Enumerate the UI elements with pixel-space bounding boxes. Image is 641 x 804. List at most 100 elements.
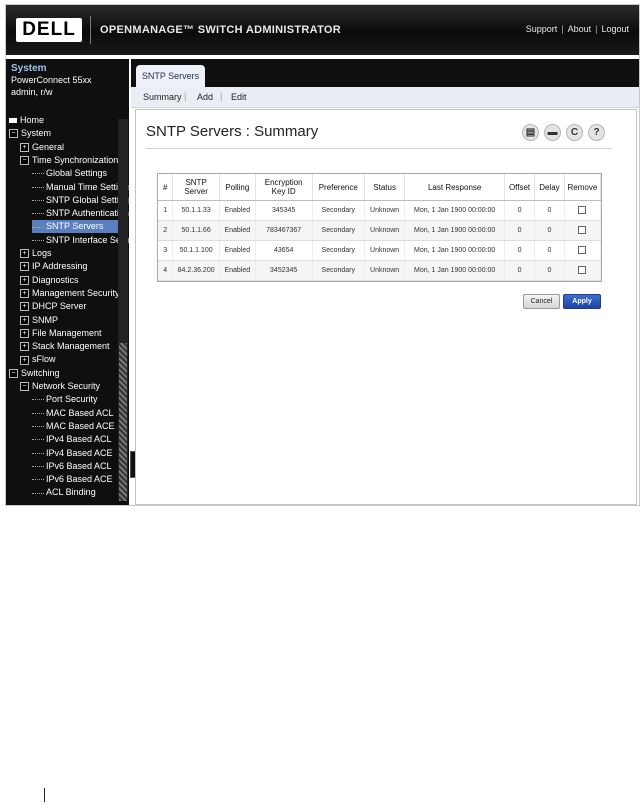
collapse-icon[interactable]: − xyxy=(9,368,18,378)
system-title: System xyxy=(11,63,47,74)
add-link[interactable]: Add xyxy=(197,92,213,102)
sidebar-item-mac-based-acl[interactable]: MAC Based ACL xyxy=(32,407,129,420)
remove-checkbox[interactable] xyxy=(578,205,587,214)
sidebar-item-stack-management[interactable]: + Stack Management xyxy=(20,340,129,353)
collapse-icon[interactable]: − xyxy=(20,382,29,392)
sidebar-item-label: IPv4 Based ACE xyxy=(46,447,113,458)
table-cell: Unknown xyxy=(364,200,406,221)
table-row[interactable]: 1 50.1.1.33 Enabled 345345 Secondary Unknown M… xyxy=(158,200,602,221)
support-link[interactable]: Support xyxy=(526,24,558,34)
expand-icon[interactable]: + xyxy=(20,355,29,365)
sidebar-item-label: SNTP Servers xyxy=(46,221,104,232)
table-row[interactable]: 3 50.1.1.100 Enabled 43654 Secondary Unknown M… xyxy=(158,240,602,261)
expand-icon[interactable]: + xyxy=(20,262,29,272)
table-row[interactable]: 2 50.1.1.66 Enabled 783467367 Secondary Unkno… xyxy=(158,220,602,241)
sidebar-item-ipv4-based-acl[interactable]: IPv4 Based ACL xyxy=(32,433,129,446)
remove-checkbox[interactable] xyxy=(578,225,587,234)
sidebar-item-sflow[interactable]: + sFlow xyxy=(20,353,129,366)
print-icon[interactable]: ▬ xyxy=(544,124,561,141)
sidebar-item-logs[interactable]: + Logs xyxy=(20,247,129,260)
sidebar-item-global-settings[interactable]: Global Settings xyxy=(32,167,129,180)
sidebar-item-mac-based-ace[interactable]: MAC Based ACE xyxy=(32,420,129,433)
collapse-icon[interactable]: − xyxy=(9,129,18,139)
tree-connector xyxy=(32,412,44,414)
expand-icon[interactable]: + xyxy=(20,289,29,299)
system-user: admin, r/w xyxy=(11,87,53,97)
table-cell: 0 xyxy=(534,200,565,221)
expand-icon[interactable]: + xyxy=(20,275,29,285)
sidebar-item-dhcp-server[interactable]: + DHCP Server xyxy=(20,300,129,313)
header-bar: DELL OPENMANAGE™ SWITCH ADMINISTRATOR Su… xyxy=(6,5,639,55)
logout-link[interactable]: Logout xyxy=(601,24,629,34)
about-link[interactable]: About xyxy=(568,24,592,34)
sidebar-item-label: MAC Based ACE xyxy=(46,420,115,431)
sidebar-item-acl-binding[interactable]: ACL Binding xyxy=(32,486,129,499)
col-header-polling: Polling xyxy=(219,174,256,201)
table-row[interactable]: 4 84.2.36.200 Enabled 3452345 Secondary Unkno… xyxy=(158,260,602,281)
apply-button[interactable]: Apply xyxy=(563,294,601,309)
sidebar-item-system[interactable]: − System xyxy=(9,127,129,140)
sidebar-item-diagnostics[interactable]: + Diagnostics xyxy=(20,274,129,287)
app-title: OPENMANAGE™ SWITCH ADMINISTRATOR xyxy=(100,24,342,36)
sidebar-item-general[interactable]: + General xyxy=(20,141,129,154)
sidebar-item-label: SNTP Authentication xyxy=(46,208,129,219)
sidebar-scrollbar[interactable] xyxy=(118,119,128,501)
expand-icon[interactable]: + xyxy=(20,342,29,352)
tree-connector xyxy=(32,426,44,428)
sidebar-item-sntp-global-settings[interactable]: SNTP Global Settings xyxy=(32,194,129,207)
table-cell: 50.1.1.66 xyxy=(172,220,220,241)
collapse-icon[interactable]: − xyxy=(20,156,29,166)
page-title: SNTP Servers : Summary xyxy=(146,123,319,140)
sidebar-item-label: SNMP xyxy=(32,314,59,325)
col-header-server: SNTP Server xyxy=(172,174,220,201)
cancel-button[interactable]: Cancel xyxy=(523,294,560,309)
table-cell: 0 xyxy=(504,240,535,261)
sidebar-item-label: Global Settings xyxy=(46,168,108,179)
sidebar-item-sntp-authentication[interactable]: SNTP Authentication xyxy=(32,207,129,220)
sidebar-item-home[interactable]: Home xyxy=(9,114,129,127)
refresh-icon[interactable]: C xyxy=(566,124,583,141)
tree-connector xyxy=(32,439,44,441)
table-body: 1 50.1.1.33 Enabled 345345 Secondary Unknown M… xyxy=(158,200,602,281)
table-cell: Unknown xyxy=(364,220,406,241)
subnav-separator: | xyxy=(184,91,187,101)
tab-sntp-servers[interactable]: SNTP Servers xyxy=(136,65,205,87)
sidebar-item-sntp-interface-settings[interactable]: SNTP Interface Settings xyxy=(32,234,129,247)
remove-checkbox[interactable] xyxy=(578,245,587,254)
remove-cell xyxy=(564,240,602,261)
sidebar-item-snmp[interactable]: + SNMP xyxy=(20,314,129,327)
sidebar-item-ipv6-based-ace[interactable]: IPv6 Based ACE xyxy=(32,473,129,486)
expand-icon[interactable]: + xyxy=(20,302,29,312)
edit-link[interactable]: Edit xyxy=(231,92,247,102)
sidebar-item-file-management[interactable]: + File Management xyxy=(20,327,129,340)
summary-link[interactable]: Summary xyxy=(143,92,182,102)
sidebar-item-label: DHCP Server xyxy=(32,301,87,312)
top-links: Support | About | Logout xyxy=(525,24,629,34)
table-cell: Mon, 1 Jan 1900 00:00:00 xyxy=(404,220,506,241)
sidebar-item-ipv6-based-acl[interactable]: IPv6 Based ACL xyxy=(32,460,129,473)
sidebar-item-time-synchronization[interactable]: − Time Synchronization xyxy=(20,154,129,167)
expand-icon[interactable]: + xyxy=(20,315,29,325)
table-cell: 0 xyxy=(534,220,565,241)
sidebar-item-network-security[interactable]: − Network Security xyxy=(20,380,129,393)
sidebar-item-ipv4-based-ace[interactable]: IPv4 Based ACE xyxy=(32,447,129,460)
tree-connector xyxy=(32,452,44,454)
sidebar-item-switching[interactable]: − Switching xyxy=(9,367,129,380)
sidebar-item-sntp-servers[interactable]: SNTP Servers xyxy=(32,220,118,234)
tree-connector xyxy=(32,399,44,401)
scrollbar-thumb[interactable] xyxy=(119,343,127,501)
sidebar-item-management-security[interactable]: + Management Security xyxy=(20,287,129,300)
expand-icon[interactable]: + xyxy=(20,328,29,338)
remove-cell xyxy=(564,220,602,241)
sidebar-item-ip-addressing[interactable]: + IP Addressing xyxy=(20,260,129,273)
sidebar-item-port-security[interactable]: Port Security xyxy=(32,393,129,406)
remove-checkbox[interactable] xyxy=(578,265,587,274)
save-icon[interactable]: ▤ xyxy=(522,124,539,141)
help-icon[interactable]: ? xyxy=(588,124,605,141)
remove-cell xyxy=(564,200,602,221)
sidebar-item-manual-time-settings[interactable]: Manual Time Settings xyxy=(32,181,129,194)
tab-bar: SNTP Servers xyxy=(131,59,639,87)
table-cell: 84.2.36.200 xyxy=(172,260,220,281)
expand-icon[interactable]: + xyxy=(20,142,29,152)
expand-icon[interactable]: + xyxy=(20,249,29,259)
